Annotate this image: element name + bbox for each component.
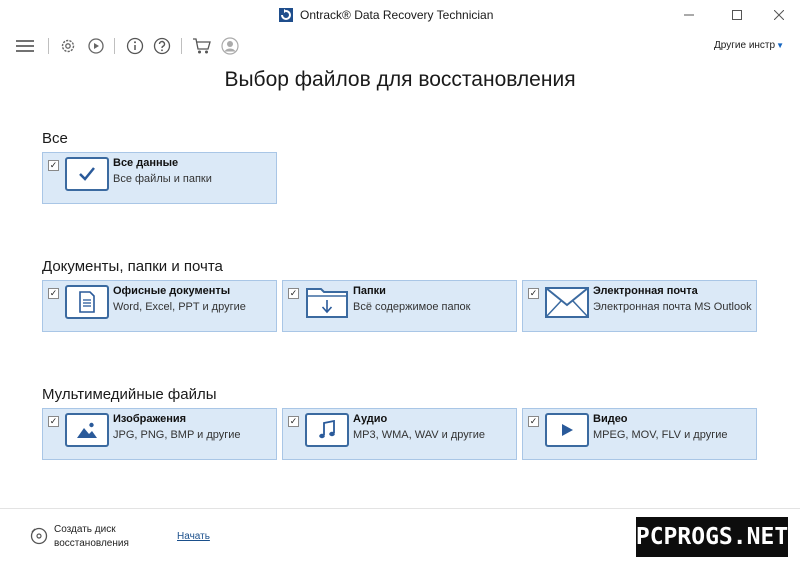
card-subtitle: Все файлы и папки xyxy=(113,173,212,185)
document-icon xyxy=(65,285,109,319)
recovery-icon xyxy=(88,38,104,54)
card-subtitle: JPG, PNG, BMP и другие xyxy=(113,429,241,441)
card-title: Электронная почта xyxy=(593,285,698,297)
maximize-icon xyxy=(732,10,742,20)
other-tools-label: Другие инстр xyxy=(714,40,776,51)
menu-icon xyxy=(16,40,34,52)
window-title: Ontrack® Data Recovery Technician xyxy=(300,8,494,22)
card-title: Офисные документы xyxy=(113,285,231,297)
account-button[interactable] xyxy=(220,36,240,56)
music-note-icon xyxy=(305,413,349,447)
card-title: Видео xyxy=(593,413,628,425)
cart-button[interactable] xyxy=(192,36,212,56)
card-subtitle: MP3, WMA, WAV и другие xyxy=(353,429,485,441)
section-title-documents: Документы, папки и почта xyxy=(42,258,223,275)
other-tools-dropdown[interactable]: Другие инстр▼ xyxy=(714,40,784,51)
checkbox[interactable]: ✓ xyxy=(48,160,59,171)
checkbox[interactable]: ✓ xyxy=(528,288,539,299)
section-title-multimedia: Мультимедийные файлы xyxy=(42,386,217,403)
info-button[interactable] xyxy=(125,36,145,56)
info-icon xyxy=(126,37,144,55)
card-subtitle: Всё содержимое папок xyxy=(353,301,471,313)
card-subtitle: Word, Excel, PPT и другие xyxy=(113,301,246,313)
checkbox[interactable]: ✓ xyxy=(288,288,299,299)
minimize-icon xyxy=(684,14,694,16)
card-folders[interactable]: ✓ Папки Всё содержимое папок xyxy=(282,280,517,332)
card-title: Все данные xyxy=(113,157,179,169)
start-link[interactable]: Начать xyxy=(177,531,210,542)
toolbar-divider xyxy=(48,38,49,54)
card-subtitle: MPEG, MOV, FLV и другие xyxy=(593,429,728,441)
card-audio[interactable]: ✓ Аудио MP3, WMA, WAV и другие xyxy=(282,408,517,460)
close-button[interactable] xyxy=(756,0,800,30)
title-bar: Ontrack® Data Recovery Technician xyxy=(0,0,800,30)
envelope-icon xyxy=(545,285,589,319)
card-images[interactable]: ✓ Изображения JPG, PNG, BMP и другие xyxy=(42,408,277,460)
folder-icon xyxy=(305,285,349,319)
card-subtitle: Электронная почта MS Outlook xyxy=(593,301,752,313)
checkmark-icon xyxy=(65,157,109,191)
disk-icon[interactable] xyxy=(30,527,48,545)
card-all-data[interactable]: ✓ Все данные Все файлы и папки xyxy=(42,152,277,204)
card-video[interactable]: ✓ Видео MPEG, MOV, FLV и другие xyxy=(522,408,757,460)
gear-icon xyxy=(61,39,75,53)
toolbar-divider xyxy=(181,38,182,54)
toolbar-divider xyxy=(114,38,115,54)
checkbox[interactable]: ✓ xyxy=(48,416,59,427)
page-title: Выбор файлов для восстановления xyxy=(224,68,576,91)
card-title: Папки xyxy=(353,285,386,297)
user-icon xyxy=(221,37,239,55)
card-title: Аудио xyxy=(353,413,388,425)
chevron-down-icon: ▼ xyxy=(776,41,784,50)
card-email[interactable]: ✓ Электронная почта Электронная почта MS… xyxy=(522,280,757,332)
checkbox[interactable]: ✓ xyxy=(48,288,59,299)
create-recovery-disk-label[interactable]: Создать диск восстановления xyxy=(54,523,144,551)
app-logo-icon xyxy=(279,8,293,22)
help-button[interactable] xyxy=(152,36,172,56)
checkbox[interactable]: ✓ xyxy=(288,416,299,427)
settings-button[interactable] xyxy=(58,36,78,56)
cart-icon xyxy=(193,38,211,54)
checkbox[interactable]: ✓ xyxy=(528,416,539,427)
close-icon xyxy=(774,10,784,20)
card-office-documents[interactable]: ✓ Офисные документы Word, Excel, PPT и д… xyxy=(42,280,277,332)
play-icon xyxy=(545,413,589,447)
menu-button[interactable] xyxy=(15,36,35,56)
help-icon xyxy=(153,37,171,55)
minimize-button[interactable] xyxy=(666,0,712,30)
footer: Создать диск восстановления Начать PCPRO… xyxy=(0,508,800,564)
toolbar: Другие инстр▼ xyxy=(0,30,800,62)
watermark: PCPROGS.NET xyxy=(636,517,788,557)
recovery-button[interactable] xyxy=(86,36,106,56)
section-title-all: Все xyxy=(42,130,68,147)
maximize-button[interactable] xyxy=(714,0,760,30)
image-icon xyxy=(65,413,109,447)
card-title: Изображения xyxy=(113,413,187,425)
